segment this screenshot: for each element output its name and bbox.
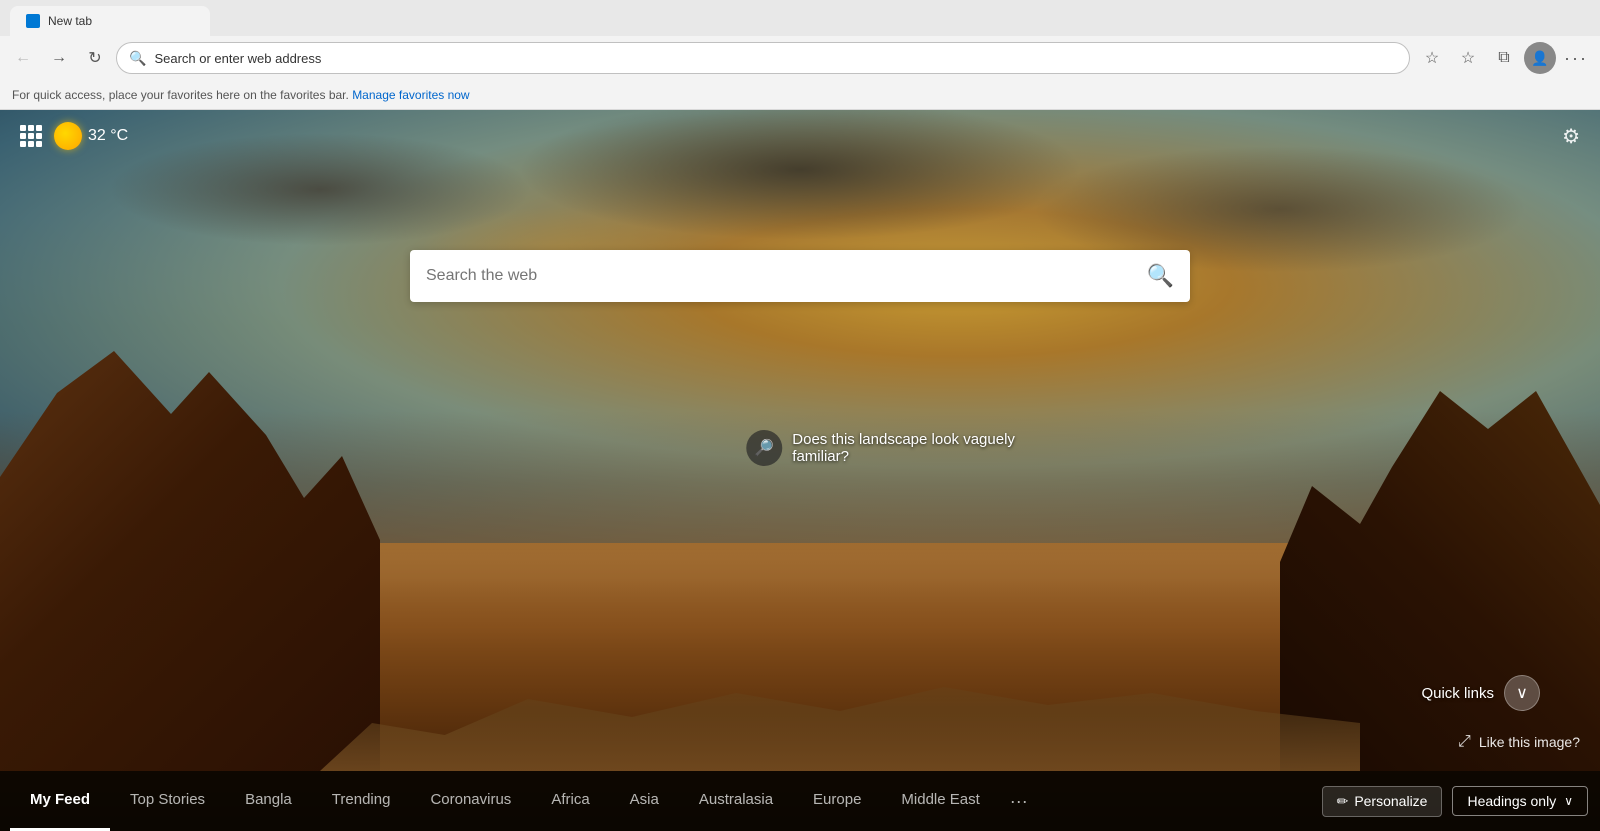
active-tab[interactable]: New tab <box>10 6 210 36</box>
tab-title: New tab <box>48 14 92 28</box>
address-bar-row: ← → ↻ 🔍 Search or enter web address ☆ ☆ … <box>0 36 1600 80</box>
personalize-button[interactable]: ✏ Personalize <box>1322 786 1443 817</box>
page-settings-button[interactable]: ⚙ <box>1562 124 1580 149</box>
nav-tab-asia[interactable]: Asia <box>610 771 679 831</box>
apps-grid-button[interactable] <box>20 125 42 147</box>
address-text: Search or enter web address <box>154 51 1397 66</box>
more-icon: ··· <box>1564 48 1588 69</box>
headings-only-label: Headings only <box>1467 793 1556 809</box>
nav-tab-my-feed[interactable]: My Feed <box>10 771 110 831</box>
quick-links-container: Quick links ∨ <box>1421 675 1540 711</box>
nav-tab-top-stories[interactable]: Top Stories <box>110 771 225 831</box>
favorites-prompt: For quick access, place your favorites h… <box>12 88 349 102</box>
headings-only-dropdown[interactable]: Headings only ∨ <box>1452 786 1588 816</box>
nav-tab-coronavirus[interactable]: Coronavirus <box>410 771 531 831</box>
search-box: 🔍 <box>410 250 1190 302</box>
back-button[interactable]: ← <box>8 43 38 73</box>
collections-icon: ⧉ <box>1498 49 1509 67</box>
nav-tabs: My Feed Top Stories Bangla Trending Coro… <box>0 771 1310 831</box>
nav-tab-africa[interactable]: Africa <box>531 771 609 831</box>
search-container: 🔍 <box>410 250 1190 302</box>
favorites-bar: For quick access, place your favorites h… <box>0 80 1600 110</box>
address-search-icon: 🔍 <box>129 50 146 67</box>
nav-tab-trending[interactable]: Trending <box>312 771 411 831</box>
nav-more-button[interactable]: ··· <box>1000 771 1038 831</box>
address-box[interactable]: 🔍 Search or enter web address <box>116 42 1410 74</box>
profile-icon: 👤 <box>1531 50 1548 67</box>
ntb-top-bar: 32 °C ⚙ <box>0 110 1600 162</box>
tab-bar: New tab <box>0 0 1600 36</box>
image-search-icon: 🔎 <box>746 430 782 466</box>
new-tab-page: 32 °C ⚙ 🔍 🔎 Does this landscape look vag… <box>0 110 1600 831</box>
like-image-button[interactable]: ⤢ Like this image? <box>1458 733 1580 751</box>
add-favorite-icon: ☆ <box>1425 48 1439 68</box>
nav-tab-europe[interactable]: Europe <box>793 771 881 831</box>
nav-actions: ✏ Personalize Headings only ∨ <box>1310 771 1600 831</box>
image-info-tooltip[interactable]: 🔎 Does this landscape look vaguely famil… <box>746 430 1015 466</box>
quick-links-label: Quick links <box>1421 685 1494 702</box>
nav-tab-australasia[interactable]: Australasia <box>679 771 793 831</box>
search-icon: 🔍 <box>1147 263 1174 289</box>
tab-favicon <box>26 14 40 28</box>
manage-favorites-link[interactable]: Manage favorites now <box>352 88 469 102</box>
weather-widget[interactable]: 32 °C <box>54 122 128 150</box>
refresh-button[interactable]: ↻ <box>80 43 110 73</box>
temperature: 32 °C <box>88 127 128 145</box>
bottom-nav: My Feed Top Stories Bangla Trending Coro… <box>0 771 1600 831</box>
personalize-label: Personalize <box>1354 793 1427 809</box>
forward-button[interactable]: → <box>44 43 74 73</box>
more-tabs-icon: ··· <box>1010 791 1028 812</box>
collections-button[interactable]: ⧉ <box>1488 42 1520 74</box>
dropdown-chevron-icon: ∨ <box>1564 794 1573 808</box>
toolbar-icons: ☆ ☆ ⧉ 👤 ··· <box>1416 42 1592 74</box>
more-button[interactable]: ··· <box>1560 42 1592 74</box>
expand-icon: ⤢ <box>1458 733 1471 751</box>
quick-links-toggle[interactable]: ∨ <box>1504 675 1540 711</box>
search-input[interactable] <box>426 267 1147 285</box>
chevron-down-icon: ∨ <box>1516 683 1528 703</box>
image-info-text: Does this landscape look vaguely familia… <box>792 431 1015 465</box>
pencil-icon: ✏ <box>1337 793 1349 810</box>
search-button[interactable]: 🔍 <box>1147 263 1174 289</box>
add-favorite-button[interactable]: ☆ <box>1416 42 1448 74</box>
settings-gear-icon: ⚙ <box>1562 126 1580 148</box>
weather-icon <box>54 122 82 150</box>
nav-tab-middle-east[interactable]: Middle East <box>881 771 999 831</box>
favorites-button[interactable]: ☆ <box>1452 42 1484 74</box>
browser-chrome: New tab ← → ↻ 🔍 Search or enter web addr… <box>0 0 1600 110</box>
favorites-icon: ☆ <box>1461 48 1475 68</box>
nav-tab-bangla[interactable]: Bangla <box>225 771 312 831</box>
profile-button[interactable]: 👤 <box>1524 42 1556 74</box>
like-image-text: Like this image? <box>1479 734 1580 750</box>
ntb-top-left: 32 °C <box>20 122 128 150</box>
